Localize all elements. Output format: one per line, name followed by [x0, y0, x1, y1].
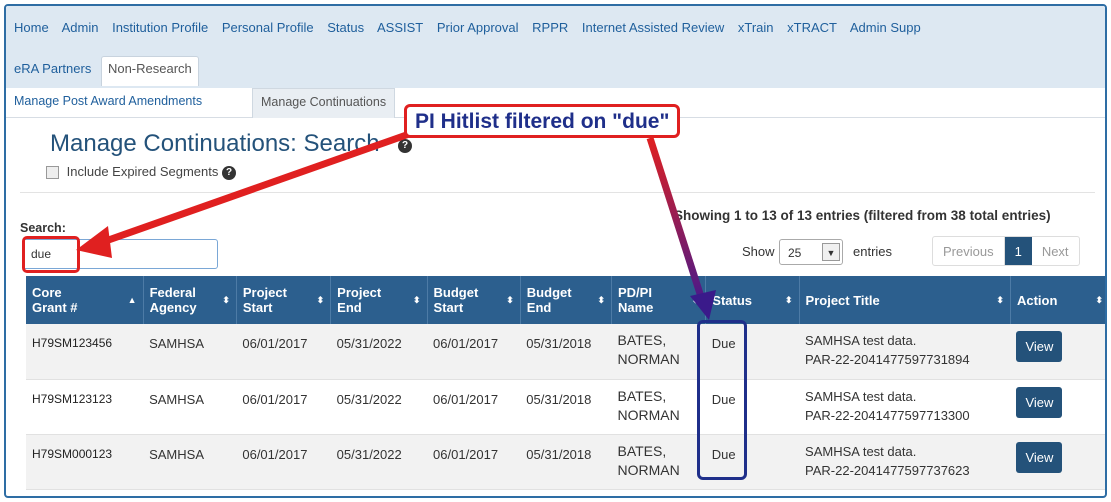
nav-non-research[interactable]: Non-Research: [100, 56, 199, 86]
status-highlight-box: [697, 320, 747, 480]
table-header-row: Core Grant # ▲ Federal Agency ⬍ Project Start…: [26, 276, 1105, 324]
show-label: Show: [742, 244, 775, 259]
column-header-project-end[interactable]: Project End ⬍: [330, 276, 428, 324]
cell-project-end: 05/31/2022: [330, 379, 428, 435]
cell-budget-start: 06/01/2017: [427, 379, 521, 435]
cell-action: View: [1010, 434, 1105, 490]
continuations-table: Core Grant # ▲ Federal Agency ⬍ Project Start…: [26, 276, 1105, 490]
cell-project-title: SAMHSA test data. PAR-22-2041477597737623: [799, 434, 1011, 490]
top-nav-row: Home Admin Institution Profile Personal …: [14, 20, 931, 35]
cell-pi-name: BATES, NORMAN: [611, 434, 706, 490]
cell-grant: H79SM000123: [26, 434, 144, 490]
cell-agency: SAMHSA: [143, 379, 237, 435]
cell-budget-start: 06/01/2017: [427, 324, 521, 380]
sort-icon: ⬍: [691, 294, 700, 305]
nav-status[interactable]: Status: [327, 20, 364, 35]
tab-manage-post-award-amendments[interactable]: Manage Post Award Amendments: [14, 94, 202, 108]
page-size-value: 25: [788, 246, 802, 260]
cell-agency: SAMHSA: [143, 324, 237, 380]
top-nav-row-2: eRA Partners Non-Research: [10, 56, 199, 86]
previous-button[interactable]: Previous: [933, 237, 1005, 265]
cell-project-start: 06/01/2017: [236, 434, 331, 490]
entries-label: entries: [853, 244, 893, 259]
nav-admin[interactable]: Admin: [62, 20, 99, 35]
include-expired-label: Include Expired Segments: [66, 164, 219, 179]
cell-action: View: [1010, 379, 1105, 435]
column-header-action[interactable]: Action ⬍: [1010, 276, 1105, 324]
nav-admin-supp[interactable]: Admin Supp: [850, 20, 921, 35]
view-button[interactable]: View: [1016, 331, 1063, 362]
cell-action: View: [1010, 324, 1105, 380]
sort-icon: ⬍: [222, 294, 230, 305]
search-label: Search:: [20, 221, 66, 235]
sort-icon: ▲: [127, 295, 137, 305]
chevron-down-icon[interactable]: ▼: [822, 243, 840, 261]
table-row: H79SM123123 SAMHSA 06/01/2017 05/31/2022…: [26, 379, 1105, 435]
sort-icon: ⬍: [1095, 294, 1103, 305]
cell-budget-start: 06/01/2017: [427, 434, 521, 490]
table-row: H79SM000123 SAMHSA 06/01/2017 05/31/2022…: [26, 434, 1105, 490]
nav-personal-profile[interactable]: Personal Profile: [222, 20, 314, 35]
include-expired-checkbox[interactable]: [46, 166, 59, 180]
top-navigation: Home Admin Institution Profile Personal …: [6, 6, 1105, 88]
nav-internet-assisted-review[interactable]: Internet Assisted Review: [582, 20, 724, 35]
nav-assist[interactable]: ASSIST: [377, 20, 423, 35]
annotation-callout: PI Hitlist filtered on "due": [404, 104, 681, 138]
column-header-status[interactable]: Status ⬍: [705, 276, 800, 324]
column-header-core-grant[interactable]: Core Grant # ▲: [26, 276, 144, 324]
sort-icon: ⬍: [316, 294, 325, 305]
page-title: Manage Continuations: Search: [50, 130, 380, 157]
sort-icon: ⬍: [506, 294, 514, 305]
divider: [20, 192, 1095, 193]
page-1-button[interactable]: 1: [1004, 237, 1032, 265]
help-icon[interactable]: ?: [222, 165, 237, 180]
column-header-federal-agency[interactable]: Federal Agency ⬍: [143, 276, 237, 324]
sort-icon: ⬍: [597, 294, 605, 305]
include-expired-option: Include Expired Segments ?: [46, 164, 237, 180]
search-highlight-box: [22, 236, 80, 273]
cell-project-end: 05/31/2022: [330, 434, 428, 490]
view-button[interactable]: View: [1016, 386, 1063, 418]
sort-icon: ⬍: [785, 294, 793, 305]
cell-budget-end: 05/31/2018: [520, 324, 612, 380]
cell-project-start: 06/01/2017: [236, 379, 331, 435]
cell-pi-name: BATES, NORMAN: [611, 379, 706, 435]
cell-grant: H79SM123456: [26, 324, 144, 380]
app-frame: Home Admin Institution Profile Personal …: [4, 4, 1107, 498]
cell-project-title: SAMHSA test data. PAR-22-2041477597731894: [799, 324, 1011, 380]
nav-home[interactable]: Home: [14, 20, 49, 35]
column-header-pi-name[interactable]: PD/PI Name ⬍: [611, 276, 707, 324]
help-icon[interactable]: ?: [398, 139, 412, 153]
nav-prior-approval[interactable]: Prior Approval: [437, 20, 519, 35]
column-header-project-title[interactable]: Project Title ⬍: [799, 276, 1011, 324]
pagination: Previous 1 Next: [932, 236, 1080, 266]
view-button[interactable]: View: [1016, 441, 1063, 473]
page-size-select[interactable]: 25 ▼: [779, 239, 843, 265]
cell-budget-end: 05/31/2018: [520, 434, 612, 490]
nav-rppr[interactable]: RPPR: [532, 20, 568, 35]
cell-project-start: 06/01/2017: [236, 324, 331, 380]
cell-grant: H79SM123123: [26, 379, 144, 435]
sort-icon: ⬍: [996, 294, 1004, 305]
column-header-project-start[interactable]: Project Start ⬍: [236, 276, 332, 324]
table-row: H79SM123456 SAMHSA 06/01/2017 05/31/2022…: [26, 324, 1105, 380]
cell-agency: SAMHSA: [143, 434, 237, 490]
next-button[interactable]: Next: [1032, 237, 1079, 265]
column-header-budget-start[interactable]: Budget Start ⬍: [427, 276, 521, 324]
tab-manage-continuations[interactable]: Manage Continuations: [252, 88, 396, 118]
nav-era-partners[interactable]: eRA Partners: [10, 57, 95, 80]
column-header-budget-end[interactable]: Budget End ⬍: [520, 276, 612, 324]
cell-budget-end: 05/31/2018: [520, 379, 612, 435]
cell-project-title: SAMHSA test data. PAR-22-2041477597713300: [799, 379, 1011, 435]
nav-institution-profile[interactable]: Institution Profile: [112, 20, 208, 35]
cell-project-end: 05/31/2022: [330, 324, 428, 380]
sort-icon: ⬍: [412, 294, 421, 305]
table-info-text: Showing 1 to 13 of 13 entries (filtered …: [674, 208, 1051, 223]
nav-xtract[interactable]: xTRACT: [787, 20, 837, 35]
cell-pi-name: BATES, NORMAN: [611, 324, 706, 380]
nav-xtrain[interactable]: xTrain: [738, 20, 774, 35]
